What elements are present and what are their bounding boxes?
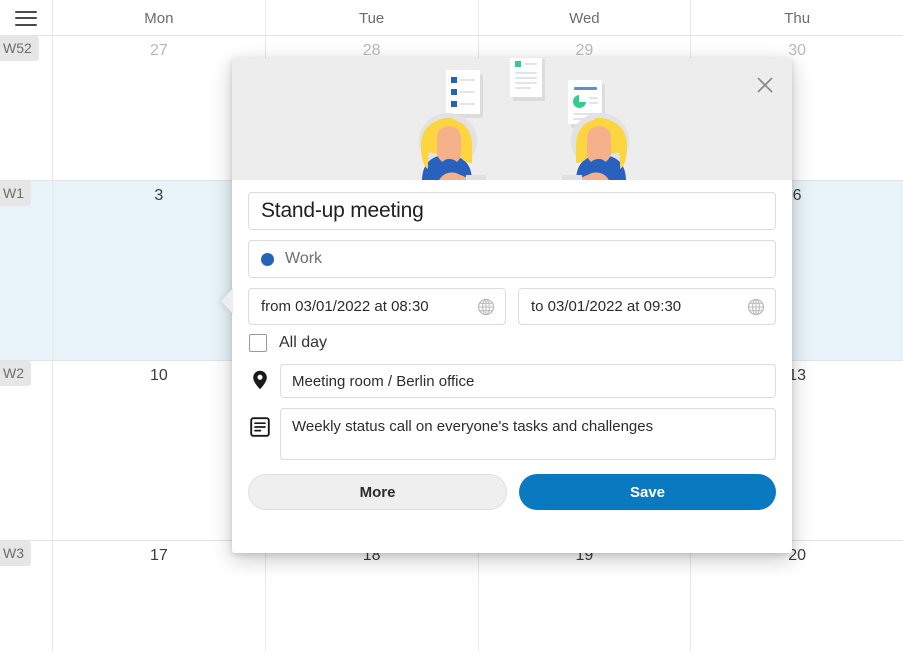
event-editor-dialog: Work from 03/01/2022 at 08:30 to 03/01/2… <box>232 58 792 553</box>
dialog-action-row: More Save <box>248 474 776 510</box>
more-button[interactable]: More <box>248 474 507 510</box>
week-label-cell: W3 <box>0 541 52 651</box>
date-range-row: from 03/01/2022 at 08:30 to 03/01/2022 a… <box>248 288 776 325</box>
week-number-badge: W3 <box>0 541 31 566</box>
calendar-corner-cell <box>0 0 52 36</box>
week-label-cell: W52 <box>0 36 52 180</box>
day-cell[interactable]: 17 <box>52 541 265 651</box>
document-card-checklist-icon <box>446 70 480 114</box>
day-cell[interactable]: 19 <box>478 541 691 651</box>
day-header-mon: Mon <box>52 0 265 36</box>
calendar-header-row: Mon Tue Wed Thu <box>0 0 903 36</box>
week-number-badge: W52 <box>0 36 39 61</box>
calendar-app: Mon Tue Wed Thu W52 27 28 29 <box>0 0 903 651</box>
day-header-thu: Thu <box>690 0 903 36</box>
end-datetime-field[interactable]: to 03/01/2022 at 09:30 <box>518 288 776 325</box>
map-pin-icon <box>248 364 272 388</box>
illustration-person-left <box>408 111 486 180</box>
start-datetime-value: from 03/01/2022 at 08:30 <box>261 298 477 315</box>
calendar-select[interactable]: Work <box>248 240 776 278</box>
end-datetime-value: to 03/01/2022 at 09:30 <box>531 298 747 315</box>
save-button[interactable]: Save <box>519 474 776 510</box>
globe-icon[interactable] <box>477 298 495 316</box>
week-label-cell: W2 <box>0 361 52 540</box>
week-label-cell: W1 <box>0 181 52 360</box>
day-header-wed: Wed <box>478 0 691 36</box>
event-form: Work from 03/01/2022 at 08:30 to 03/01/2… <box>232 180 792 510</box>
all-day-checkbox[interactable] <box>249 334 267 352</box>
all-day-row: All day <box>248 334 776 352</box>
start-datetime-field[interactable]: from 03/01/2022 at 08:30 <box>248 288 506 325</box>
close-icon[interactable] <box>752 72 778 98</box>
event-title-input[interactable] <box>248 192 776 230</box>
description-input[interactable]: Weekly status call on everyone's tasks a… <box>280 408 776 460</box>
week-number-badge: W1 <box>0 181 31 206</box>
location-input[interactable]: Meeting room / Berlin office <box>280 364 776 398</box>
dialog-illustration-header <box>232 58 792 180</box>
week-number-badge: W2 <box>0 361 31 386</box>
dialog-pointer <box>221 288 233 314</box>
week-row: W3 17 18 19 20 <box>0 541 903 651</box>
calendar-name-label: Work <box>285 250 322 268</box>
location-row: Meeting room / Berlin office <box>248 364 776 398</box>
day-cell[interactable]: 18 <box>265 541 478 651</box>
day-header-tue: Tue <box>265 0 478 36</box>
illustration-person-right <box>562 111 640 180</box>
description-row: Weekly status call on everyone's tasks a… <box>248 408 776 460</box>
document-card-text-icon <box>510 58 542 97</box>
all-day-label: All day <box>279 334 327 352</box>
note-icon <box>248 408 272 432</box>
day-cell[interactable]: 20 <box>690 541 903 651</box>
hamburger-menu-icon[interactable] <box>15 11 37 26</box>
calendar-color-dot <box>261 253 274 266</box>
globe-icon[interactable] <box>747 298 765 316</box>
